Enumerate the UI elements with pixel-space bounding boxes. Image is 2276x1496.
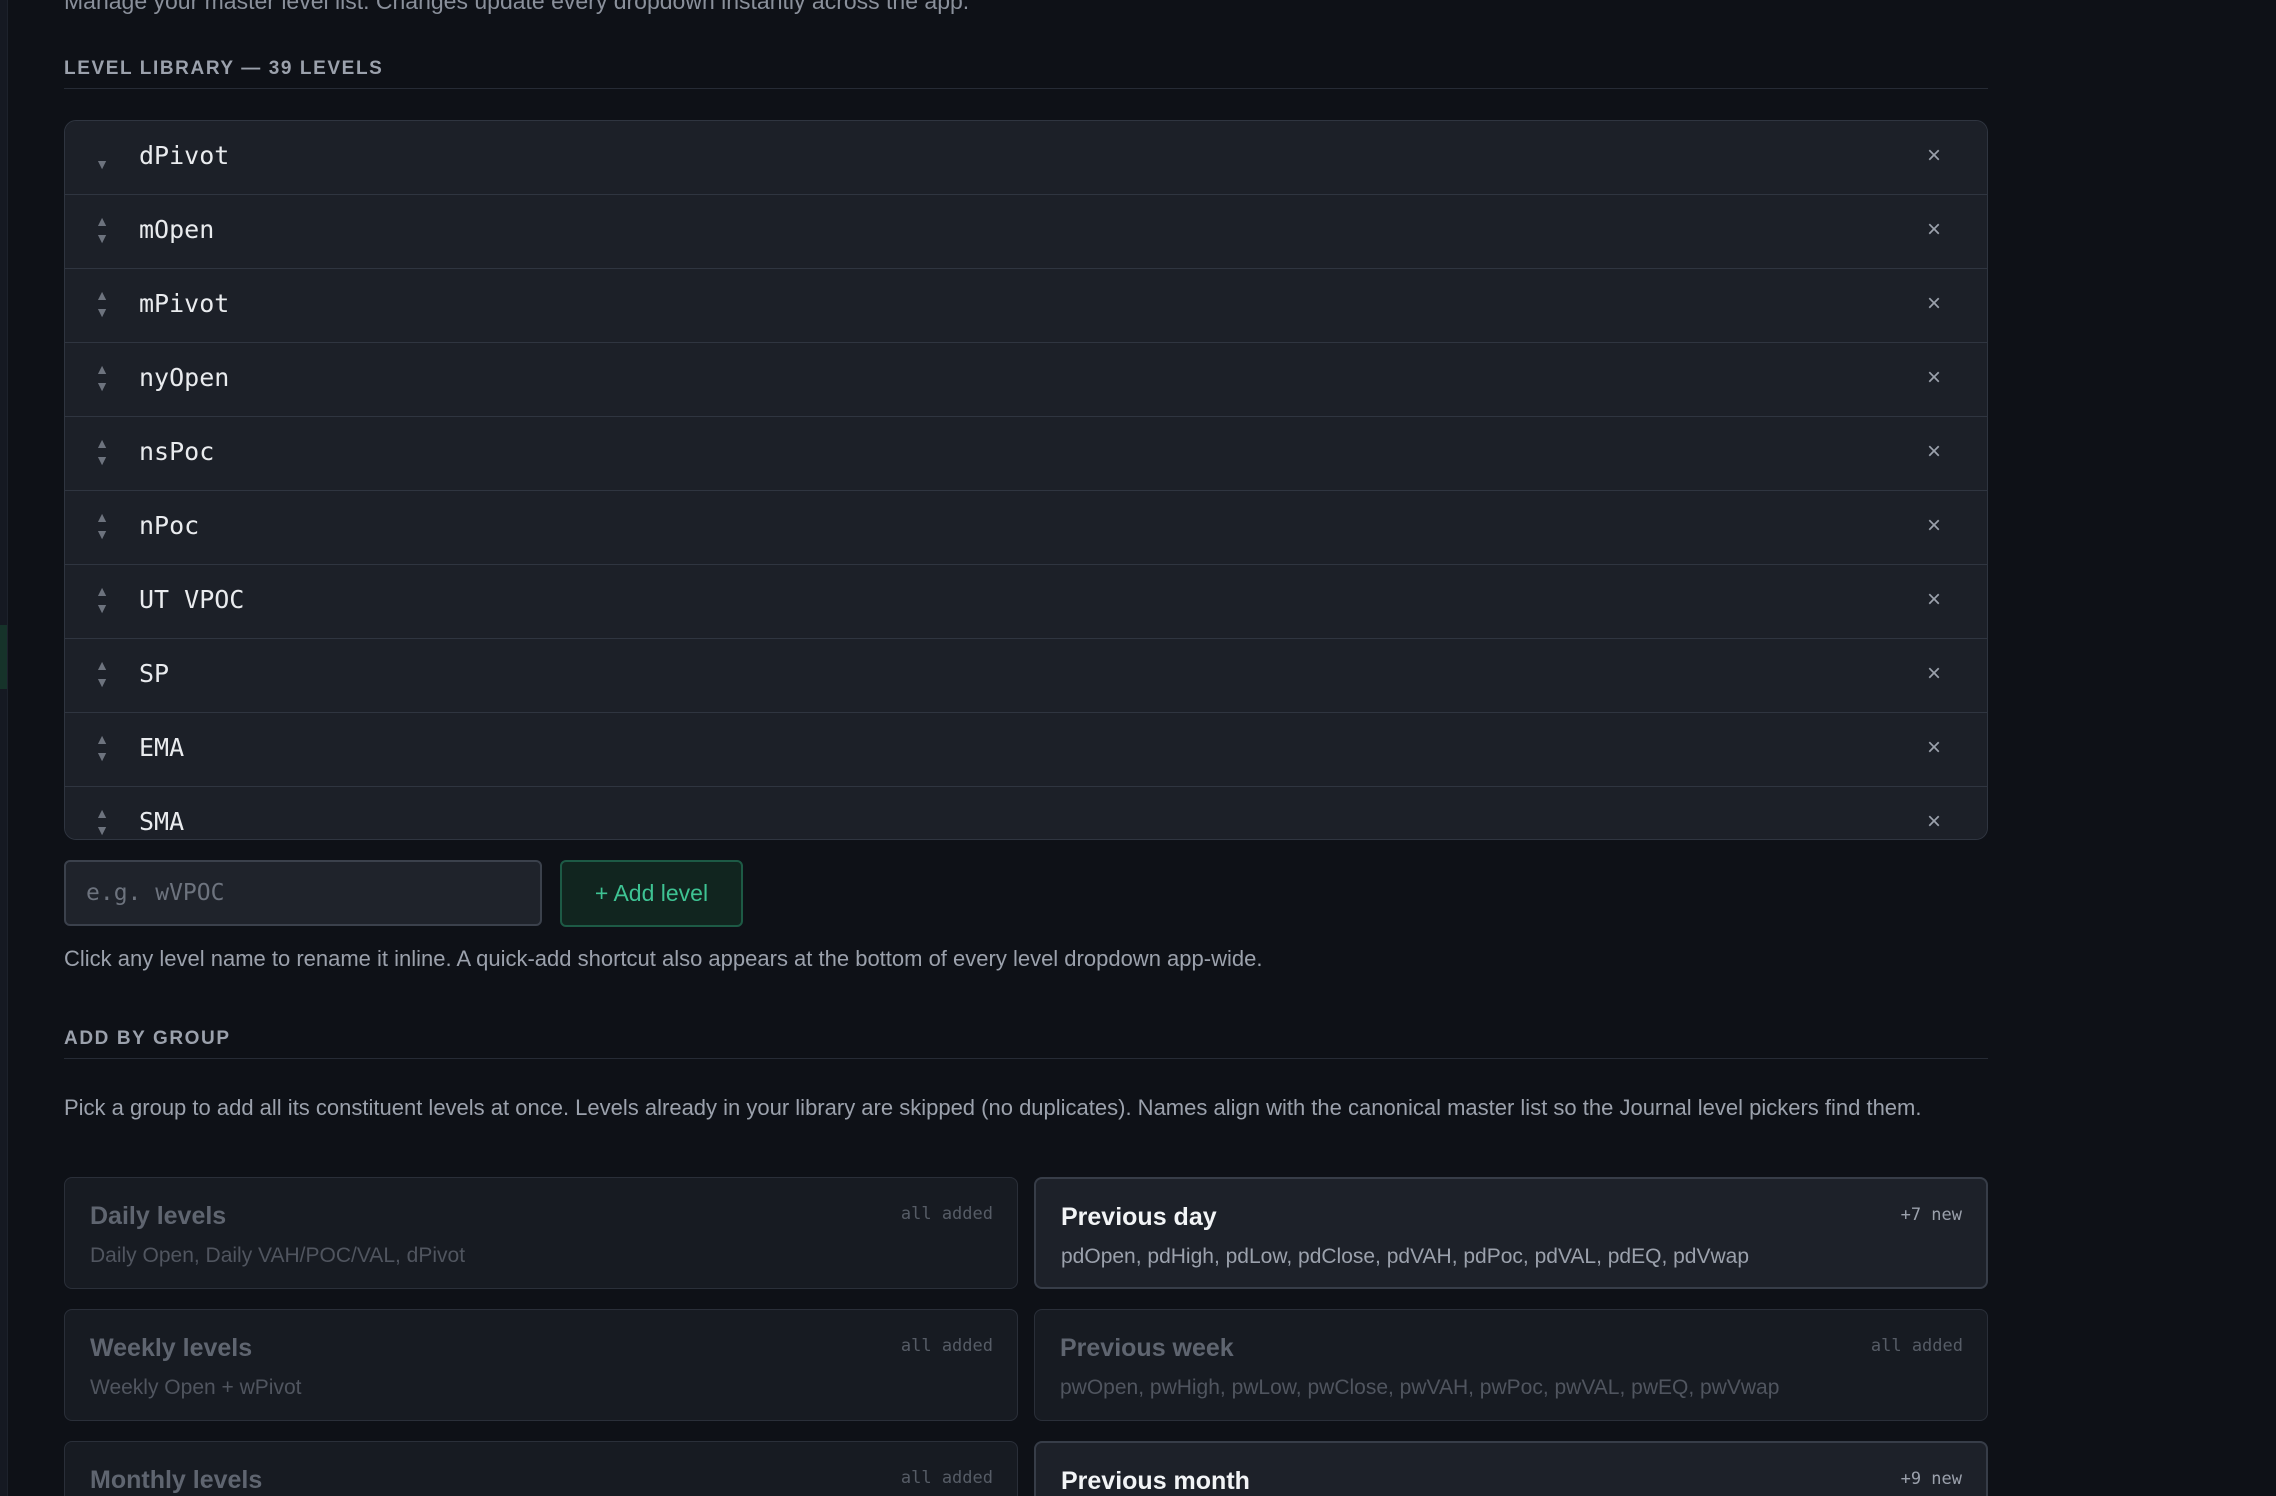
level-name[interactable]: mOpen (139, 215, 214, 244)
move-up-icon[interactable]: ▲ (95, 583, 109, 600)
move-down-icon[interactable]: ▼ (95, 822, 109, 839)
close-icon[interactable]: × (1919, 511, 1949, 541)
level-row[interactable]: ▲ ▼ mOpen × (65, 195, 1987, 269)
group-card-title: Weekly levels (90, 1334, 253, 1362)
move-up-icon[interactable]: ▲ (95, 361, 109, 378)
add-level-button[interactable]: + Add level (560, 860, 743, 927)
reorder-arrows[interactable]: ▲ ▼ (95, 213, 109, 249)
reorder-arrows[interactable]: ▲ ▼ (95, 139, 109, 175)
level-name[interactable]: nPoc (139, 511, 199, 540)
group-card-title: Previous month (1061, 1467, 1250, 1495)
level-row[interactable]: ▲ ▼ dPivot × (65, 121, 1987, 195)
move-up-icon[interactable]: ▲ (95, 731, 109, 748)
close-icon[interactable]: × (1919, 659, 1949, 689)
group-card-status: +7 new (1900, 1205, 1962, 1225)
move-up-icon[interactable]: ▲ (95, 657, 109, 674)
new-level-input[interactable] (64, 860, 542, 926)
level-row[interactable]: ▲ ▼ nyOpen × (65, 343, 1987, 417)
level-row[interactable]: ▲ ▼ SMA × (65, 787, 1987, 839)
level-row[interactable]: ▲ ▼ nPoc × (65, 491, 1987, 565)
group-card-title: Daily levels (90, 1202, 227, 1230)
reorder-arrows[interactable]: ▲ ▼ (95, 509, 109, 545)
close-icon[interactable]: × (1919, 363, 1949, 393)
close-icon[interactable]: × (1919, 289, 1949, 319)
level-row[interactable]: ▲ ▼ mPivot × (65, 269, 1987, 343)
group-card-daily-levels[interactable]: Daily levels all added Daily Open, Daily… (64, 1177, 1018, 1289)
group-card-items: Daily Open, Daily VAH/POC/VAL, dPivot (90, 1244, 466, 1267)
page-description: Manage your master level list. Changes u… (64, 0, 970, 14)
level-row[interactable]: ▲ ▼ SP × (65, 639, 1987, 713)
move-up-icon[interactable]: ▲ (95, 805, 109, 822)
reorder-arrows[interactable]: ▲ ▼ (95, 805, 109, 839)
level-row[interactable]: ▲ ▼ UT VPOC × (65, 565, 1987, 639)
move-down-icon[interactable]: ▼ (95, 230, 109, 247)
level-library-heading: LEVEL LIBRARY — 39 LEVELS (64, 58, 1988, 89)
close-icon[interactable]: × (1919, 733, 1949, 763)
add-by-group-heading: ADD BY GROUP (64, 1028, 1988, 1059)
move-down-icon[interactable]: ▼ (95, 600, 109, 617)
close-icon[interactable]: × (1919, 437, 1949, 467)
sidebar-active-indicator (0, 625, 7, 689)
move-down-icon[interactable]: ▼ (95, 526, 109, 543)
group-card-status: +9 new (1900, 1469, 1962, 1489)
level-library-list[interactable]: ▲ ▼ dPivot × ▲ ▼ mOpen × ▲ ▼ mPivot × ▲ (64, 120, 1988, 840)
move-down-icon[interactable]: ▼ (95, 378, 109, 395)
close-icon[interactable]: × (1919, 215, 1949, 245)
level-row[interactable]: ▲ ▼ nsPoc × (65, 417, 1987, 491)
level-name[interactable]: UT VPOC (139, 585, 244, 614)
level-name[interactable]: SMA (139, 807, 184, 836)
move-down-icon[interactable]: ▼ (95, 748, 109, 765)
move-down-icon[interactable]: ▼ (95, 304, 109, 321)
reorder-arrows[interactable]: ▲ ▼ (95, 583, 109, 619)
level-name[interactable]: EMA (139, 733, 184, 762)
level-name[interactable]: dPivot (139, 141, 229, 170)
reorder-arrows[interactable]: ▲ ▼ (95, 435, 109, 471)
group-card-weekly-levels[interactable]: Weekly levels all added Weekly Open + wP… (64, 1309, 1018, 1421)
move-up-icon[interactable]: ▲ (95, 213, 109, 230)
group-card-status: all added (900, 1468, 993, 1488)
group-card-status: all added (900, 1204, 993, 1224)
group-card-title: Monthly levels (90, 1466, 263, 1494)
move-down-icon[interactable]: ▼ (95, 452, 109, 469)
group-card-items: Weekly Open + wPivot (90, 1376, 302, 1399)
level-name[interactable]: mPivot (139, 289, 229, 318)
group-card-title: Previous day (1061, 1203, 1217, 1231)
level-name[interactable]: nyOpen (139, 363, 229, 392)
level-name[interactable]: SP (139, 659, 169, 688)
reorder-arrows[interactable]: ▲ ▼ (95, 731, 109, 767)
reorder-arrows[interactable]: ▲ ▼ (95, 361, 109, 397)
close-icon[interactable]: × (1919, 585, 1949, 615)
group-description: Pick a group to add all its constituent … (64, 1095, 1922, 1120)
group-card-status: all added (900, 1336, 993, 1356)
move-down-icon[interactable]: ▼ (95, 674, 109, 691)
group-card-previous-month[interactable]: Previous month +9 new (1034, 1441, 1988, 1496)
move-down-icon[interactable]: ▼ (95, 156, 109, 173)
level-row[interactable]: ▲ ▼ EMA × (65, 713, 1987, 787)
move-up-icon[interactable]: ▲ (95, 435, 109, 452)
left-sidebar-edge (0, 0, 8, 1496)
group-card-status: all added (1870, 1336, 1963, 1356)
group-card-title: Previous week (1060, 1334, 1234, 1362)
group-card-previous-day[interactable]: Previous day +7 new pdOpen, pdHigh, pdLo… (1034, 1177, 1988, 1289)
reorder-arrows[interactable]: ▲ ▼ (95, 287, 109, 323)
move-up-icon[interactable]: ▲ (95, 509, 109, 526)
move-up-icon[interactable]: ▲ (95, 287, 109, 304)
group-card-items: pdOpen, pdHigh, pdLow, pdClose, pdVAH, p… (1061, 1245, 1750, 1268)
group-card-items: pwOpen, pwHigh, pwLow, pwClose, pwVAH, p… (1060, 1376, 1780, 1399)
level-name[interactable]: nsPoc (139, 437, 214, 466)
group-card-previous-week[interactable]: Previous week all added pwOpen, pwHigh, … (1034, 1309, 1988, 1421)
reorder-arrows[interactable]: ▲ ▼ (95, 657, 109, 693)
close-icon[interactable]: × (1919, 807, 1949, 837)
close-icon[interactable]: × (1919, 141, 1949, 171)
rename-hint: Click any level name to rename it inline… (64, 946, 1263, 971)
group-card-monthly-levels[interactable]: Monthly levels all added (64, 1441, 1018, 1496)
